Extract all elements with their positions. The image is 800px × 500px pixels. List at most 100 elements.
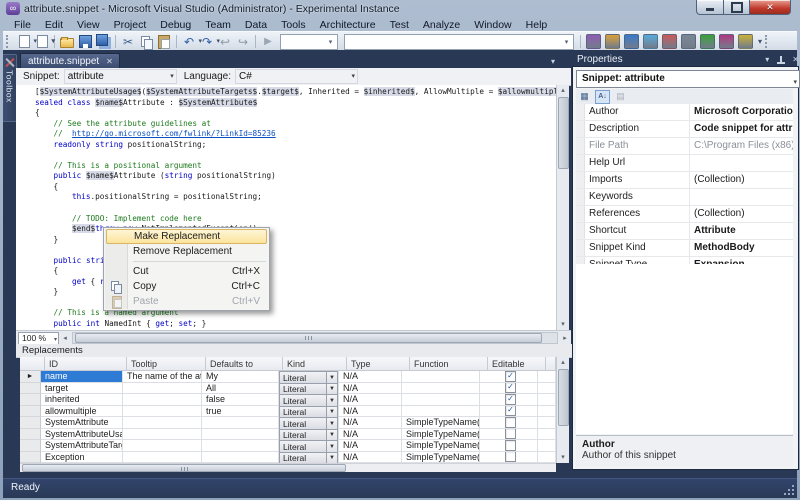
grid-cell-function[interactable]: SimpleTypeName(glob... (402, 440, 480, 452)
grid-cell-editable[interactable]: ✓ (480, 382, 538, 394)
open-file-icon[interactable] (59, 34, 75, 50)
object-browser-icon[interactable] (643, 34, 658, 49)
add-reference-icon[interactable] (662, 34, 677, 49)
command-window-icon[interactable] (738, 34, 753, 49)
grid-cell-kind[interactable]: Literal ▼ (279, 451, 339, 465)
property-value[interactable]: Attribute (690, 223, 793, 239)
grid-cell-function[interactable]: SimpleTypeName(glob... (402, 428, 480, 440)
undo-icon[interactable] (181, 34, 202, 50)
grid-cell-editable[interactable] (480, 428, 538, 440)
grid-cell-type[interactable]: N/A (339, 440, 402, 452)
snippet-combobox[interactable]: attribute ▾ (63, 69, 177, 84)
grid-cell-function[interactable] (402, 405, 480, 417)
title-bar[interactable]: ∞ attribute.snippet - Microsoft Visual S… (0, 0, 800, 18)
properties-title-bar[interactable]: Properties ▾ ✕ (572, 52, 800, 67)
find-symbol-icon[interactable] (586, 34, 601, 49)
grid-header-editable[interactable]: Editable (488, 357, 546, 371)
menu-item-debug[interactable]: Debug (153, 19, 198, 31)
grid-cell[interactable]: allowmultiple (41, 405, 123, 417)
grid-cell-editable[interactable] (480, 451, 538, 463)
menu-item-file[interactable]: File (7, 19, 38, 31)
row-selector-cell[interactable] (20, 428, 41, 440)
menu-item-data[interactable]: Data (238, 19, 274, 31)
close-panel-icon[interactable]: ✕ (792, 55, 799, 64)
grid-cell[interactable]: true (202, 405, 279, 417)
property-value[interactable]: Code snippet for attribute using (690, 121, 793, 137)
resize-grip[interactable] (783, 484, 794, 495)
grid-cell-editable[interactable]: ✓ (480, 394, 538, 406)
table-row[interactable]: Exception Literal▼N/ASimpleTypeName(glob.… (20, 451, 556, 465)
editable-checkbox[interactable]: ✓ (505, 394, 516, 405)
menu-item-tools[interactable]: Tools (274, 19, 313, 31)
grid-cell-editable[interactable] (480, 417, 538, 429)
language-combobox[interactable]: C# ▾ (234, 69, 358, 84)
toolbar-overflow-grip[interactable] (765, 35, 771, 48)
categorized-view-icon[interactable]: ▦ (578, 91, 591, 103)
start-debugging-icon[interactable] (260, 34, 276, 50)
table-row[interactable]: SystemAttributeUsage Literal▼N/ASimpleTyp… (20, 428, 556, 442)
grid-cell-editable[interactable] (480, 440, 538, 452)
close-button[interactable]: ✕ (749, 0, 791, 15)
scroll-down-icon[interactable]: ▾ (557, 452, 569, 463)
editor-vertical-scrollbar[interactable]: ▴ ▾ (556, 85, 569, 330)
grid-scroll-thumb[interactable] (558, 369, 569, 426)
grid-cell-function[interactable]: SimpleTypeName(glob... (402, 451, 480, 463)
code-editor[interactable]: [$SystemAttributeUsage$($SystemAttribute… (16, 85, 556, 330)
grid-cell-type[interactable]: N/A (339, 417, 402, 429)
team-explorer-icon[interactable] (719, 34, 734, 49)
property-row[interactable]: File PathC:\Program Files (x86)\Microsof… (576, 138, 793, 155)
scroll-up-icon[interactable]: ▴ (557, 85, 569, 96)
grid-cell[interactable]: SystemAttribute (41, 417, 123, 429)
grid-cell[interactable]: SystemAttributeUsage (41, 428, 123, 440)
grid-header-function[interactable]: Function (410, 357, 488, 371)
editable-checkbox[interactable]: ✓ (505, 382, 516, 394)
grid-cell-type[interactable]: N/A (339, 405, 402, 417)
property-row[interactable]: Imports (Collection) (576, 172, 793, 189)
editor-horizontal-scrollbar[interactable] (72, 332, 558, 344)
grid-cell-type[interactable]: N/A (339, 451, 402, 463)
property-row[interactable]: References (Collection) (576, 206, 793, 223)
grid-cell-editable[interactable]: ✓ (480, 371, 538, 383)
context-menu-item-paste[interactable]: Paste Ctrl+V (105, 294, 268, 309)
grid-cell[interactable]: false (202, 394, 279, 406)
grid-cell-kind[interactable]: Literal ▼ (279, 394, 339, 408)
property-value[interactable]: (Collection) (690, 206, 793, 222)
row-selector-cell[interactable] (20, 405, 41, 417)
editable-checkbox[interactable]: ✓ (505, 405, 516, 417)
menu-item-analyze[interactable]: Analyze (416, 19, 467, 31)
menu-item-team[interactable]: Team (198, 19, 238, 31)
menu-item-test[interactable]: Test (383, 19, 416, 31)
pin-icon[interactable] (777, 55, 786, 64)
table-row[interactable]: target All Literal ▼ N/A ✓ (20, 382, 556, 396)
context-menu-item-cut[interactable]: Cut Ctrl+X (105, 264, 268, 279)
grid-cell-kind[interactable]: Literal ▼ (279, 417, 339, 431)
grid-header-kind[interactable]: Kind (283, 357, 347, 371)
grid-cell[interactable] (202, 451, 279, 463)
table-row[interactable]: allowmultiple true Literal ▼ N/A ✓ (20, 405, 556, 419)
table-row[interactable]: ►nameThe name of the attrib...MyLiteral▼… (20, 371, 556, 385)
grid-cell-kind[interactable]: Literal ▼ (279, 405, 339, 419)
grid-cell-kind[interactable]: Literal ▼ (279, 371, 339, 385)
property-value[interactable]: MethodBody (690, 240, 793, 256)
grid-header-id[interactable]: ID (45, 357, 127, 371)
property-pages-icon[interactable]: ▤ (614, 91, 627, 103)
grid-cell[interactable] (123, 394, 202, 406)
scroll-left-icon[interactable]: ◂ (59, 334, 71, 342)
grid-cell[interactable] (123, 382, 202, 394)
property-value[interactable]: (Collection) (690, 172, 793, 188)
menu-item-edit[interactable]: Edit (38, 19, 70, 31)
editable-checkbox[interactable] (505, 428, 516, 440)
grid-horizontal-scrollbar[interactable] (20, 463, 556, 472)
grid-cell[interactable] (123, 417, 202, 429)
row-selector-cell[interactable] (20, 451, 41, 463)
solution-explorer-icon[interactable] (605, 34, 620, 49)
toolbox-tab[interactable]: Toolbox (3, 54, 17, 122)
property-row[interactable]: Keywords (576, 189, 793, 206)
menu-item-view[interactable]: View (70, 19, 107, 31)
alphabetical-sort-icon[interactable]: A↓ (595, 89, 610, 104)
property-row[interactable]: Author Microsoft Corporation (576, 104, 793, 121)
editor-scroll-thumb[interactable] (558, 97, 569, 169)
menu-item-window[interactable]: Window (467, 19, 518, 31)
grid-cell[interactable]: SystemAttributeTargets (41, 440, 123, 452)
context-menu-item-make-replacement[interactable]: Make Replacement (106, 229, 267, 244)
